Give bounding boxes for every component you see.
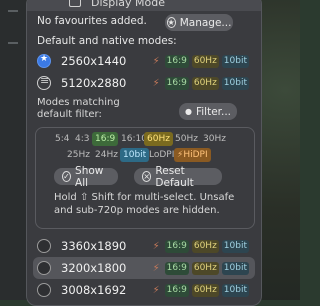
help-text-line2: and sub-720p modes are hidden. [54, 205, 220, 216]
reset-default-button[interactable]: × Reset Default [134, 165, 222, 189]
mode-row[interactable]: 3008x1692 ⚡ 16:9 60Hz 10bit [33, 279, 255, 301]
lightning-icon: ⚡ [152, 77, 160, 89]
chip-hidpi[interactable]: ⚡HiDPI [174, 148, 211, 162]
aspect-tag: 16:9 [164, 54, 189, 68]
aspect-tag: 16:9 [164, 283, 189, 297]
star-icon: ★ [166, 17, 176, 28]
chip-50hz[interactable]: 50Hz [172, 132, 201, 146]
chip-24hz[interactable]: 24Hz [92, 148, 121, 162]
chip-16-9[interactable]: 16:9 [92, 132, 119, 146]
mode-label: 3200x1800 [61, 261, 127, 275]
mode-tags: ⚡ 16:9 60Hz 10bit [152, 76, 249, 90]
mode-tags: ⚡ 16:9 60Hz 10bit [152, 261, 249, 275]
help-text-line1: Hold ⇧ Shift for multi-select. Unsafe [54, 192, 235, 203]
manage-button[interactable]: ★ Manage... [165, 14, 233, 31]
chip-hidpi-label: HiDPI [183, 150, 208, 160]
default-modes-heading: Default and native modes: [37, 35, 177, 47]
aspect-tag: 16:9 [164, 76, 189, 90]
bitdepth-tag: 10bit [221, 239, 249, 253]
mode-tags: ⚡ 16:9 60Hz 10bit [152, 283, 249, 297]
lightning-icon: ⚡ [152, 262, 160, 274]
lightning-icon: ⚡ [152, 240, 160, 252]
aspect-tag: 16:9 [164, 239, 189, 253]
lightning-icon: ⚡ [152, 284, 160, 296]
mode-tags: ⚡ 16:9 60Hz 10bit [152, 239, 249, 253]
refresh-tag: 60Hz [191, 239, 219, 253]
chip-25hz[interactable]: 25Hz [64, 148, 93, 162]
lightning-icon: ⚡ [152, 55, 160, 67]
left-sidebar [0, 0, 26, 300]
chip-lodpi[interactable]: LoDPI [146, 148, 177, 162]
mode-row-default-2[interactable]: 5120x2880 ⚡ 16:9 60Hz 10bit [33, 72, 255, 94]
filter-heading-line1: Modes matching [37, 97, 120, 108]
mode-label: 5120x2880 [61, 76, 127, 90]
mode-radio[interactable] [37, 239, 51, 253]
chip-10bit[interactable]: 10bit [120, 148, 150, 162]
filter-button-label: Filter... [195, 105, 232, 118]
no-favourites-text: No favourites added. [37, 15, 147, 27]
chip-60hz[interactable]: 60Hz [144, 132, 173, 146]
refresh-tag: 60Hz [191, 261, 219, 275]
mode-row[interactable]: 3360x1890 ⚡ 16:9 60Hz 10bit [33, 235, 255, 257]
mode-row-default-1[interactable]: 2560x1440 ⚡ 16:9 60Hz 10bit [33, 50, 255, 72]
bitdepth-tag: 10bit [221, 261, 249, 275]
favourite-star-radio[interactable] [37, 54, 51, 68]
checkmark-icon: ✓ [62, 171, 72, 182]
panel-titlebar: Display Mode [27, 0, 261, 11]
bitdepth-tag: 10bit [221, 54, 249, 68]
manage-button-label: Manage... [179, 16, 232, 29]
bitdepth-tag: 10bit [221, 76, 249, 90]
mode-label: 3360x1890 [61, 239, 127, 253]
mode-radio[interactable] [37, 283, 51, 297]
refresh-tag: 60Hz [191, 54, 219, 68]
chip-30hz[interactable]: 30Hz [200, 132, 229, 146]
rail-mark [8, 10, 18, 12]
display-icon [69, 0, 81, 7]
mode-row-hover[interactable]: 3200x1800 ⚡ 16:9 60Hz 10bit [33, 257, 255, 279]
chip-4-3[interactable]: 4:3 [72, 132, 92, 146]
mode-tags: ⚡ 16:9 60Hz 10bit [152, 54, 249, 68]
filter-button[interactable]: ● Filter... [179, 103, 237, 120]
aspect-tag: 16:9 [164, 261, 189, 275]
refresh-tag: 60Hz [191, 76, 219, 90]
reset-icon: × [142, 171, 152, 182]
refresh-tag: 60Hz [191, 283, 219, 297]
reset-default-label: Reset Default [155, 164, 194, 189]
panel-title: Display Mode [91, 0, 166, 9]
mode-label: 2560x1440 [61, 54, 127, 68]
filter-icon: ● [184, 107, 192, 116]
filter-panel: 5:4 4:3 16:9 16:10 60Hz 50Hz 30Hz 25Hz 2… [35, 127, 255, 229]
mode-radio[interactable] [37, 261, 51, 275]
show-all-button[interactable]: ✓ Show All [54, 165, 118, 189]
chip-5-4[interactable]: 5:4 [52, 132, 72, 146]
show-all-label: Show All [75, 164, 104, 189]
filter-heading-line2: default filter: [37, 109, 102, 120]
display-mode-panel: Display Mode No favourites added. ★ Mana… [26, 0, 262, 306]
mode-label: 3008x1692 [61, 283, 127, 297]
bitdepth-tag: 10bit [221, 283, 249, 297]
rail-mark [8, 42, 18, 44]
list-icon[interactable] [37, 74, 51, 90]
